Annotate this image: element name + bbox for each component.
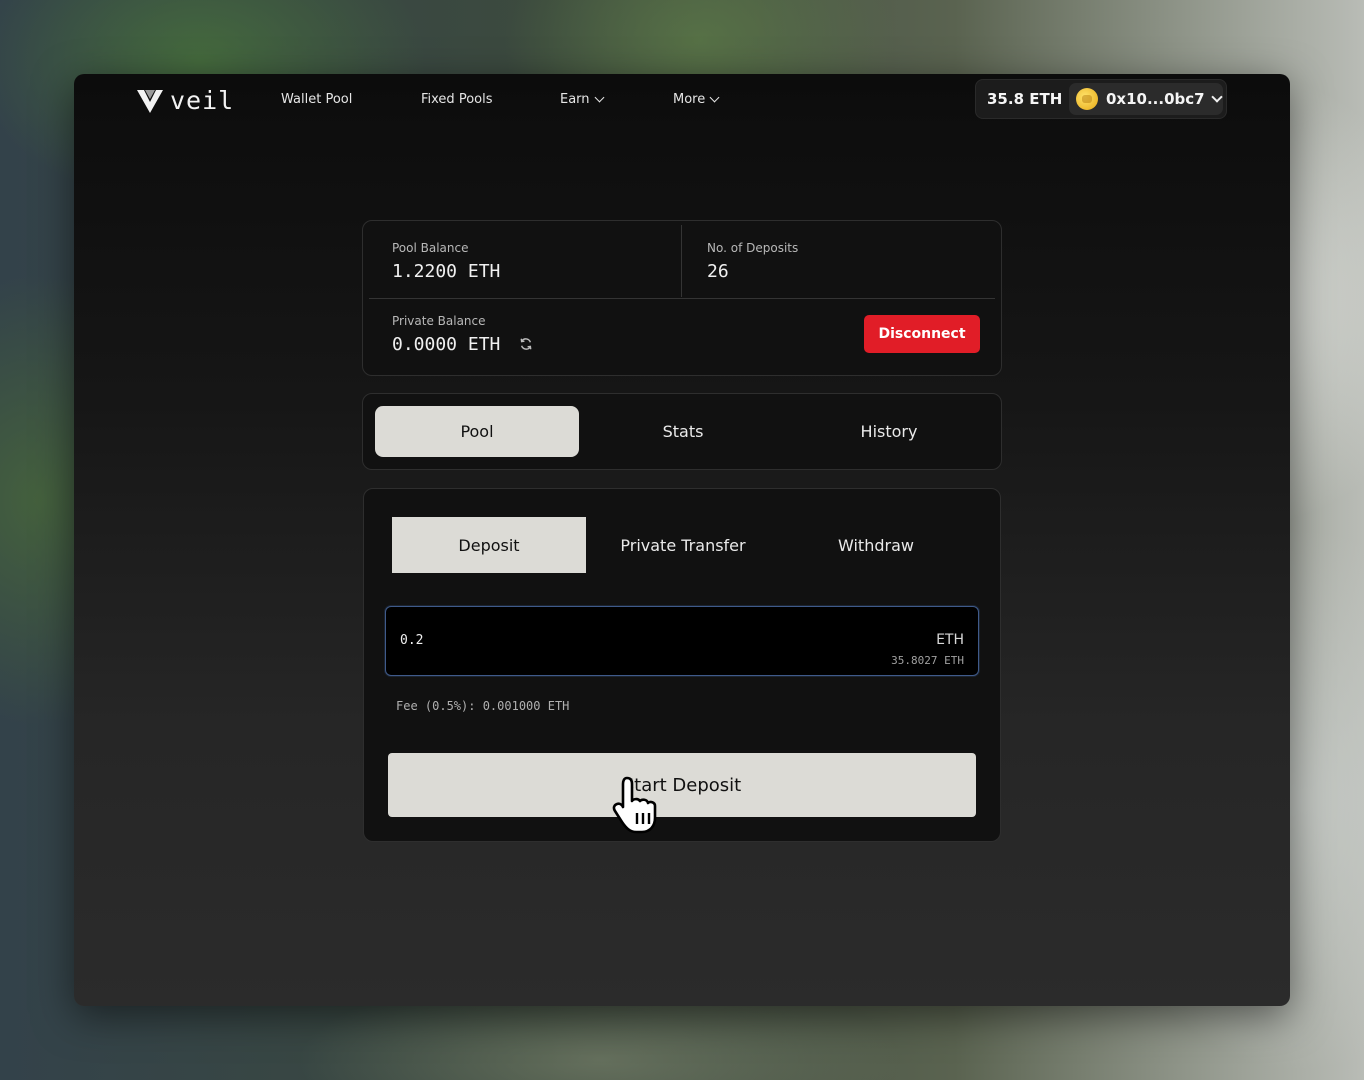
tab-pool[interactable]: Pool — [375, 406, 579, 457]
divider — [369, 298, 995, 299]
wallet-address-button[interactable]: 0x10...0bc7 — [1069, 83, 1223, 115]
nav-link-earn[interactable]: Earn — [560, 92, 604, 107]
subtab-withdraw[interactable]: Withdraw — [779, 517, 973, 573]
main-tabs: Pool Stats History — [362, 393, 1002, 470]
pool-balance-value: 1.2200 ETH — [392, 261, 501, 282]
veil-logo-icon — [137, 89, 163, 113]
deposits-value: 26 — [707, 261, 729, 282]
wallet-balance: 35.8 ETH — [987, 90, 1063, 108]
brand-name: veil — [170, 86, 235, 115]
wallet-widget: 35.8 ETH 0x10...0bc7 — [975, 79, 1227, 119]
nav-link-label: Earn — [560, 92, 590, 107]
chevron-down-icon — [1210, 91, 1223, 103]
nav-link-label: More — [673, 92, 706, 107]
wallet-avatar-icon — [1076, 88, 1098, 110]
nav-link-label: Fixed Pools — [421, 92, 493, 107]
amount-unit: ETH — [936, 632, 964, 648]
nav-link-wallet-pool[interactable]: Wallet Pool — [281, 92, 352, 107]
top-nav: veil Wallet Pool Fixed Pools Earn More 3… — [74, 74, 1290, 134]
hand-pointer-icon — [612, 776, 657, 834]
chevron-down-icon — [594, 92, 604, 103]
app-window: veil Wallet Pool Fixed Pools Earn More 3… — [74, 74, 1290, 1006]
nav-link-more[interactable]: More — [673, 92, 720, 107]
private-balance-value: 0.0000 ETH — [392, 334, 501, 355]
fee-text: Fee (0.5%): 0.001000 ETH — [396, 699, 570, 713]
nav-link-label: Wallet Pool — [281, 92, 353, 107]
divider — [681, 225, 682, 297]
nav-link-fixed-pools[interactable]: Fixed Pools — [421, 92, 493, 107]
refresh-icon[interactable] — [519, 337, 533, 351]
disconnect-button[interactable]: Disconnect — [864, 315, 980, 353]
subtab-private-transfer[interactable]: Private Transfer — [586, 517, 780, 573]
private-balance-label: Private Balance — [392, 314, 486, 328]
available-balance: 35.8027 ETH — [891, 654, 964, 667]
subtab-deposit[interactable]: Deposit — [392, 517, 586, 573]
pool-stats-card: Pool Balance 1.2200 ETH No. of Deposits … — [362, 220, 1002, 376]
pool-balance-label: Pool Balance — [392, 241, 469, 255]
deposits-label: No. of Deposits — [707, 241, 799, 255]
tab-stats[interactable]: Stats — [581, 406, 785, 457]
amount-field[interactable]: ETH 35.8027 ETH — [385, 606, 979, 676]
amount-input[interactable] — [400, 633, 700, 648]
deposit-form-card: Deposit Private Transfer Withdraw ETH 35… — [363, 488, 1001, 842]
tab-history[interactable]: History — [787, 406, 991, 457]
brand-logo[interactable]: veil — [136, 86, 234, 115]
chevron-down-icon — [709, 92, 720, 103]
wallet-address: 0x10...0bc7 — [1106, 90, 1205, 108]
start-deposit-button[interactable]: Start Deposit — [388, 753, 976, 817]
